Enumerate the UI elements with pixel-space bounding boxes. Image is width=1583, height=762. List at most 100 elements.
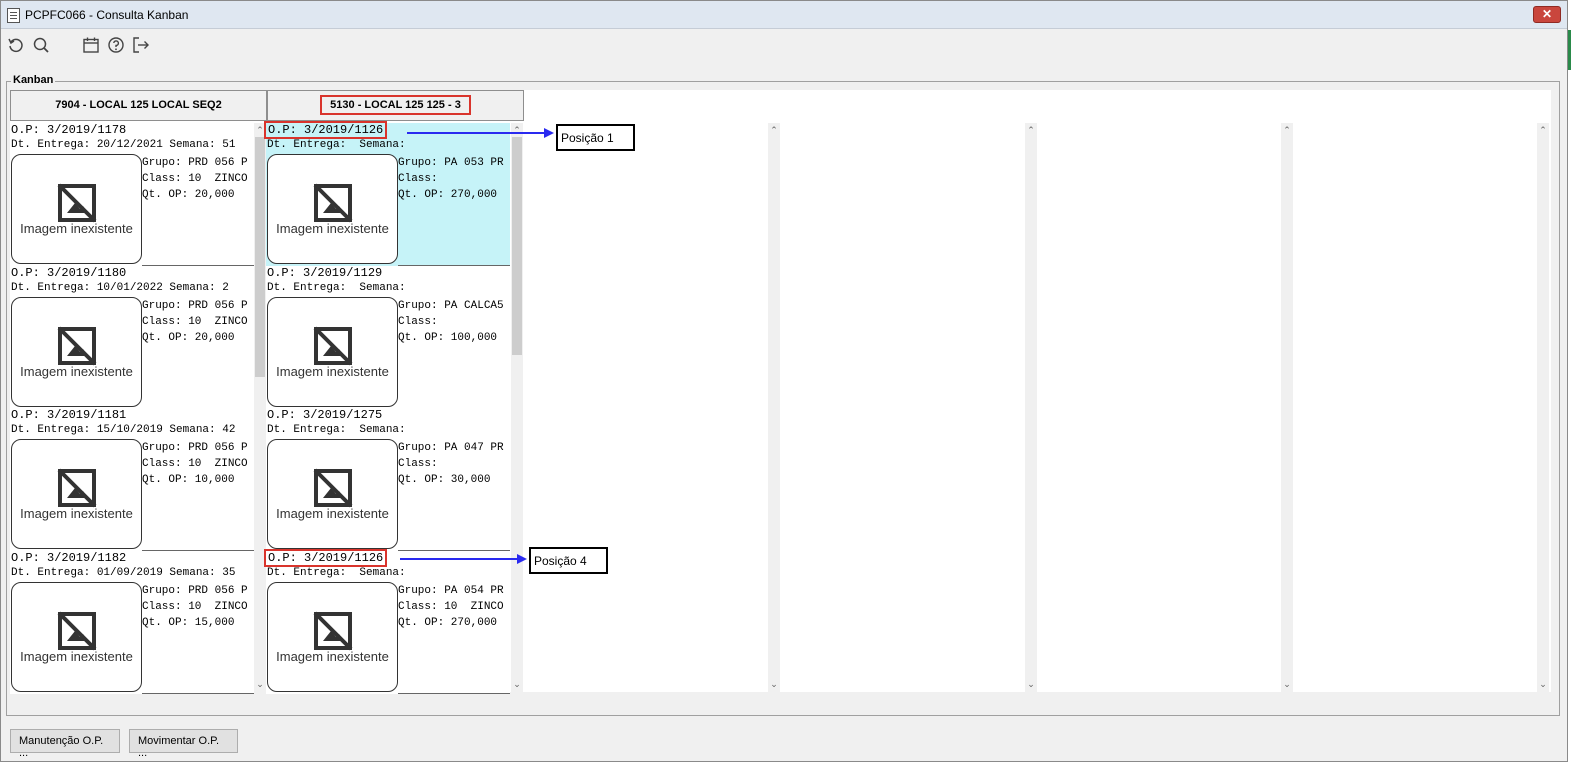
no-image-icon: [313, 326, 353, 366]
close-button[interactable]: ✕: [1533, 6, 1561, 23]
qt-op: Qt. OP: 30,000: [398, 474, 491, 486]
callout-arrow-1: [407, 132, 545, 134]
column-2-scrollbar[interactable]: ⌃ ⌄: [511, 123, 523, 692]
scroll-up-icon[interactable]: ⌃: [1025, 125, 1037, 136]
grupo: Grupo: PRD 056 P: [142, 157, 248, 169]
product-image-placeholder: Imagem inexistente: [11, 154, 142, 264]
qt-op: Qt. OP: 20,000: [142, 332, 235, 344]
column-header-1[interactable]: 7904 - LOCAL 125 LOCAL SEQ2: [10, 90, 267, 121]
scroll-up-icon[interactable]: ⌃: [1537, 125, 1549, 136]
refresh-icon[interactable]: [7, 36, 25, 54]
kanban-card[interactable]: O.P: 3/2019/1180 Dt. Entrega: 10/01/2022…: [10, 266, 254, 409]
card-divider: [142, 693, 254, 694]
window-title: PCPFC066 - Consulta Kanban: [25, 8, 189, 22]
op-number: O.P: 3/2019/1180: [11, 266, 127, 280]
op-number: O.P: 3/2019/1129: [267, 266, 383, 280]
movimentar-op-button[interactable]: Movimentar O.P. ...: [129, 729, 238, 759]
op-number: O.P: 3/2019/1275: [267, 408, 383, 422]
kanban-card-selected[interactable]: O.P: 3/2019/1126 Dt. Entrega: Semana: Im…: [264, 121, 510, 266]
class: Class: 10 ZINCO: [142, 458, 248, 470]
card-info: Grupo: PRD 056 P Class: 10 ZINCO Qt. OP:…: [142, 298, 254, 346]
empty-column-scrollbar[interactable]: ⌃ ⌄: [1537, 123, 1549, 692]
scroll-thumb[interactable]: [255, 137, 265, 377]
grupo: Grupo: PA 053 PR: [398, 157, 504, 169]
qt-op: Qt. OP: 270,000: [398, 189, 498, 201]
arrow-head-icon: [517, 554, 527, 564]
qt-op: Qt. OP: 20,000: [142, 189, 235, 201]
image-caption: Imagem inexistente: [20, 506, 133, 521]
card-info: Grupo: PA 053 PR Class: Qt. OP: 270,000: [398, 155, 510, 203]
op-number: O.P: 3/2019/1181: [11, 408, 127, 422]
exit-icon[interactable]: [132, 36, 150, 54]
column-1-scrollbar[interactable]: ⌃ ⌄: [254, 123, 266, 692]
search-icon[interactable]: [32, 36, 50, 54]
class: Class:: [398, 173, 438, 185]
scroll-down-icon[interactable]: ⌄: [254, 679, 266, 690]
empty-column-scrollbar[interactable]: ⌃ ⌄: [1025, 123, 1037, 692]
card-info: Grupo: PA 047 PR Class: Qt. OP: 30,000: [398, 440, 510, 488]
product-image-placeholder: Imagem inexistente: [267, 582, 398, 692]
scroll-thumb[interactable]: [512, 137, 522, 355]
empty-column: [524, 123, 770, 692]
scroll-down-icon[interactable]: ⌄: [1281, 679, 1293, 690]
grupo: Grupo: PRD 056 P: [142, 442, 248, 454]
product-image-placeholder: Imagem inexistente: [267, 439, 398, 549]
no-image-icon: [57, 326, 97, 366]
kanban-card[interactable]: O.P: 3/2019/1178 Dt. Entrega: 20/12/2021…: [10, 123, 254, 266]
image-caption: Imagem inexistente: [276, 221, 389, 236]
no-image-icon: [57, 611, 97, 651]
no-image-icon: [313, 468, 353, 508]
scroll-up-icon[interactable]: ⌃: [511, 125, 523, 136]
op-number: O.P: 3/2019/1178: [11, 123, 127, 137]
delivery-date: Dt. Entrega: 15/10/2019 Semana: 42: [11, 424, 236, 436]
card-info: Grupo: PRD 056 P Class: 10 ZINCO Qt. OP:…: [142, 583, 254, 631]
empty-column: [1038, 123, 1284, 692]
op-number: O.P: 3/2019/1126: [264, 121, 388, 139]
image-caption: Imagem inexistente: [276, 506, 389, 521]
delivery-date: Dt. Entrega: 10/01/2022 Semana: 2: [11, 282, 229, 294]
button-label: Movimentar O.P. ...: [138, 735, 220, 759]
qt-op: Qt. OP: 10,000: [142, 474, 235, 486]
kanban-card[interactable]: O.P: 3/2019/1129 Dt. Entrega: Semana: Im…: [266, 266, 510, 409]
help-icon[interactable]: [107, 36, 125, 54]
card-info: Grupo: PRD 056 P Class: 10 ZINCO Qt. OP:…: [142, 440, 254, 488]
delivery-date: Dt. Entrega: 01/09/2019 Semana: 35: [11, 567, 236, 579]
qt-op: Qt. OP: 15,000: [142, 617, 235, 629]
empty-column-scrollbar[interactable]: ⌃ ⌄: [1281, 123, 1293, 692]
card-info: Grupo: PA CALCA5 Class: Qt. OP: 100,000: [398, 298, 510, 346]
class: Class: 10 ZINCO: [398, 601, 504, 613]
scroll-down-icon[interactable]: ⌄: [768, 679, 780, 690]
kanban-group-label: Kanban: [11, 74, 56, 86]
no-image-icon: [57, 468, 97, 508]
kanban-card[interactable]: O.P: 3/2019/1181 Dt. Entrega: 15/10/2019…: [10, 408, 254, 551]
kanban-card[interactable]: O.P: 3/2019/1182 Dt. Entrega: 01/09/2019…: [10, 551, 254, 694]
empty-column-scrollbar[interactable]: ⌃ ⌄: [768, 123, 780, 692]
button-label: Manutenção O.P. ...: [19, 735, 104, 759]
product-image-placeholder: Imagem inexistente: [11, 439, 142, 549]
scroll-down-icon[interactable]: ⌄: [511, 679, 523, 690]
op-number: O.P: 3/2019/1126: [264, 549, 388, 567]
scroll-down-icon[interactable]: ⌄: [1025, 679, 1037, 690]
grupo: Grupo: PRD 056 P: [142, 300, 248, 312]
kanban-card[interactable]: O.P: 3/2019/1275 Dt. Entrega: Semana: Im…: [266, 408, 510, 551]
image-caption: Imagem inexistente: [276, 364, 389, 379]
column-header-2[interactable]: 5130 - LOCAL 125 125 - 3: [267, 90, 524, 121]
empty-column: [1294, 123, 1540, 692]
calendar-icon[interactable]: [82, 36, 100, 54]
title-bar: PCPFC066 - Consulta Kanban ✕: [1, 1, 1567, 29]
class: Class: 10 ZINCO: [142, 601, 248, 613]
delivery-date: Dt. Entrega: Semana:: [267, 567, 406, 579]
grupo: Grupo: PA 047 PR: [398, 442, 504, 454]
kanban-card[interactable]: O.P: 3/2019/1126 Dt. Entrega: Semana: Im…: [264, 549, 510, 694]
callout-posicao-1: Posição 1: [556, 124, 635, 151]
delivery-date: Dt. Entrega: 20/12/2021 Semana: 51: [11, 139, 236, 151]
scroll-up-icon[interactable]: ⌃: [768, 125, 780, 136]
product-image-placeholder: Imagem inexistente: [11, 297, 142, 407]
product-image-placeholder: Imagem inexistente: [267, 297, 398, 407]
scroll-down-icon[interactable]: ⌄: [1537, 679, 1549, 690]
scroll-up-icon[interactable]: ⌃: [1281, 125, 1293, 136]
manutencao-op-button[interactable]: Manutenção O.P. ...: [10, 729, 120, 759]
callout-label: Posição 1: [561, 131, 614, 145]
image-caption: Imagem inexistente: [20, 649, 133, 664]
column-header-label: 7904 - LOCAL 125 LOCAL SEQ2: [55, 99, 222, 111]
